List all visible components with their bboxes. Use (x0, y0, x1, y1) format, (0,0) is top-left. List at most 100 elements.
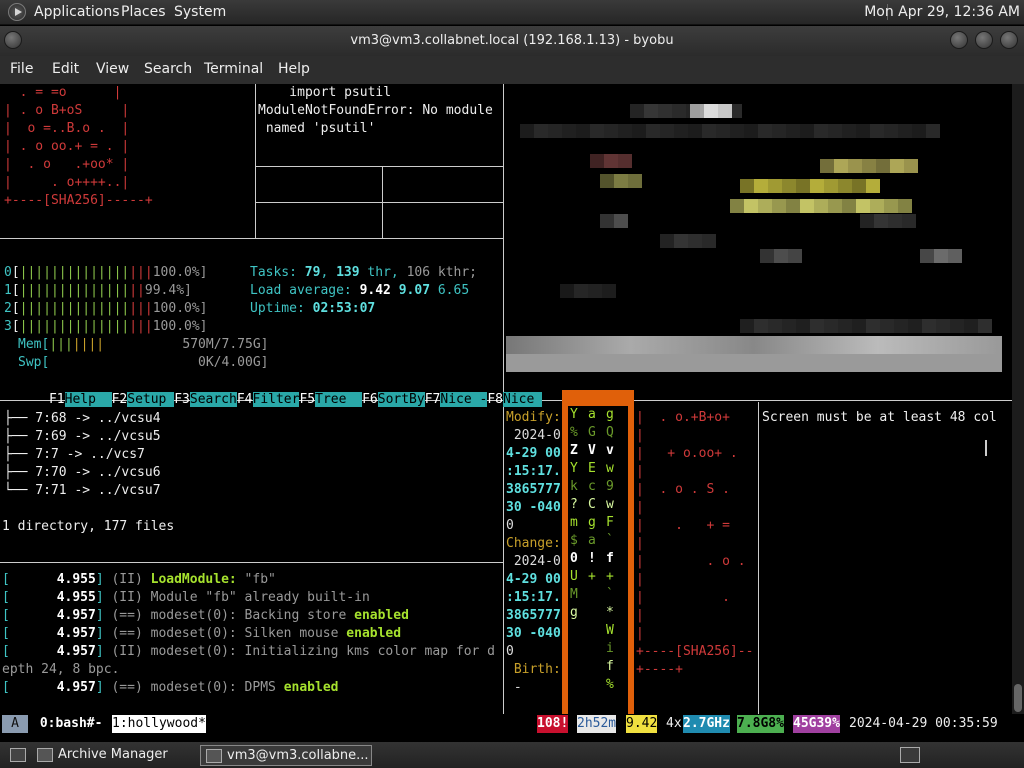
screen-size-message: Screen must be at least 48 col (762, 410, 997, 425)
htop-f7-nice-minus[interactable]: Nice - (440, 392, 488, 407)
ascii-pixel (888, 214, 902, 228)
ascii-pixel (744, 124, 758, 138)
workspace-switcher-icon[interactable] (900, 747, 920, 763)
cpu-count: 4x (666, 716, 682, 731)
window-tab-bash[interactable]: 0:bash#- (32, 715, 110, 733)
ascii-pixel (890, 159, 904, 173)
panel-clock[interactable]: Mon Apr 29, 12:36 AM (864, 4, 1020, 20)
stat-line: 30 -040 (506, 626, 561, 641)
ascii-pixel (618, 154, 632, 168)
maximize-icon[interactable] (975, 31, 993, 49)
minimize-icon[interactable] (950, 31, 968, 49)
ascii-pixel (978, 319, 992, 333)
ascii-pixel (674, 234, 688, 248)
tree-line: ├── 7:68 -> ../vcsu4 (4, 411, 161, 426)
load-line: Load average: 9.42 9.07 6.65 (250, 283, 470, 298)
ascii-pixel (796, 319, 810, 333)
htop-f5-tree[interactable]: Tree (315, 392, 363, 407)
tree-line: └── 7:71 -> ../vcsu7 (4, 483, 161, 498)
ascii-pixel (548, 124, 562, 138)
window-titlebar[interactable]: vm3@vm3.collabnet.local (192.168.1.13) -… (0, 26, 1024, 56)
ascii-pixel (660, 124, 674, 138)
ascii-pixel (690, 104, 704, 118)
menu-help[interactable]: Help (278, 61, 310, 77)
pane-divider (0, 562, 503, 563)
taskbar-terminal[interactable]: vm3@vm3.collabne... (200, 745, 372, 766)
session-indicator: A (2, 715, 28, 733)
menu-system[interactable]: System (174, 4, 226, 20)
ascii-pixel (660, 234, 674, 248)
tree-summary: 1 directory, 177 files (2, 519, 175, 534)
window-title: vm3@vm3.collabnet.local (192.168.1.13) -… (350, 33, 674, 48)
pane-divider (0, 238, 503, 239)
ascii-pixel (744, 199, 758, 213)
ascii-pixel (810, 319, 824, 333)
menu-view[interactable]: View (96, 61, 129, 77)
htop-f8-nice-plus[interactable]: Nice (503, 392, 543, 407)
htop-f6-sortby[interactable]: SortBy (377, 392, 425, 407)
ascii-pixel (876, 159, 890, 173)
ascii-pixel (772, 199, 786, 213)
load-badge: 9.42 (626, 715, 658, 733)
ascii-pixel (754, 179, 768, 193)
htop-f4-filter[interactable]: Filter (252, 392, 300, 407)
show-desktop-icon[interactable] (10, 748, 26, 762)
menu-places[interactable]: Places (121, 4, 166, 20)
htop-f2-setup[interactable]: Setup (127, 392, 175, 407)
htop-fkey-bar: F1Help F2Setup F3SearchF4FilterF5Tree F6… (48, 392, 543, 407)
ascii-pixel (576, 124, 590, 138)
menu-applications[interactable]: Applications (34, 4, 120, 20)
htop-f1-help[interactable]: Help (64, 392, 112, 407)
error-line: ModuleNotFoundError: No module (258, 103, 493, 118)
ascii-pixel (672, 104, 686, 118)
ascii-pixel (902, 214, 916, 228)
menu-search[interactable]: Search (144, 61, 192, 77)
menu-file[interactable]: File (10, 61, 33, 77)
matrix-glyph: ! (588, 551, 596, 566)
stat-line: 3865777 (506, 608, 561, 623)
ascii-pixel (852, 179, 866, 193)
terminal-scrollbar[interactable] (1012, 84, 1024, 714)
randomart-line: | (636, 572, 738, 587)
randomart-line: | o =..B.o . | (4, 121, 130, 136)
matrix-glyph: Z (570, 443, 578, 458)
menu-edit[interactable]: Edit (52, 61, 79, 77)
menu-terminal[interactable]: Terminal (204, 61, 263, 77)
ascii-pixel (856, 124, 870, 138)
ascii-pixel (874, 214, 888, 228)
ascii-pixel (658, 104, 672, 118)
applications-icon[interactable] (8, 3, 26, 21)
matrix-glyph: w (606, 461, 614, 476)
ascii-pixel (562, 124, 576, 138)
terminal-area[interactable]: . = =o | | . o B+oS | | o =..B.o . | | .… (0, 84, 1012, 714)
matrix-glyph: f (606, 551, 614, 566)
scrollbar-thumb[interactable] (1014, 684, 1022, 712)
taskbar-archive-manager[interactable]: Archive Manager (32, 745, 174, 766)
window-tab-hollywood[interactable]: 1:hollywood* (112, 715, 206, 733)
memory-badge: 7.8G8% (737, 715, 784, 733)
matrix-glyph: 9 (606, 479, 614, 494)
matrix-glyph: + (606, 569, 614, 584)
ascii-pixel (590, 154, 604, 168)
ascii-pixel (824, 179, 838, 193)
cpu-meter: 2[|||||||||||||||||100.0%] (4, 301, 208, 316)
swap-meter: Swp[ 0K/4.00G] (18, 355, 269, 370)
bottom-panel: Archive Manager vm3@vm3.collabne... (0, 742, 1024, 768)
ascii-pixel (866, 179, 880, 193)
tasks-line: Tasks: 79, 139 thr, 106 kthr; (250, 265, 478, 280)
ascii-pixel (820, 159, 834, 173)
matrix-glyph: $ (570, 533, 578, 548)
cpu-meter: 0[|||||||||||||||||100.0%] (4, 265, 208, 280)
randomart-line: | (636, 464, 738, 479)
ascii-pixel (754, 319, 768, 333)
ascii-pixel (614, 214, 628, 228)
stat-line: 4-29 00 (506, 446, 561, 461)
ascii-pixel (904, 159, 918, 173)
ascii-image-band (506, 354, 1002, 372)
ascii-pixel (628, 174, 642, 188)
ascii-pixel (786, 124, 800, 138)
close-icon[interactable] (1000, 31, 1018, 49)
ascii-pixel (788, 249, 802, 263)
matrix-glyph: * (606, 605, 614, 620)
htop-f3-search[interactable]: Search (189, 392, 237, 407)
